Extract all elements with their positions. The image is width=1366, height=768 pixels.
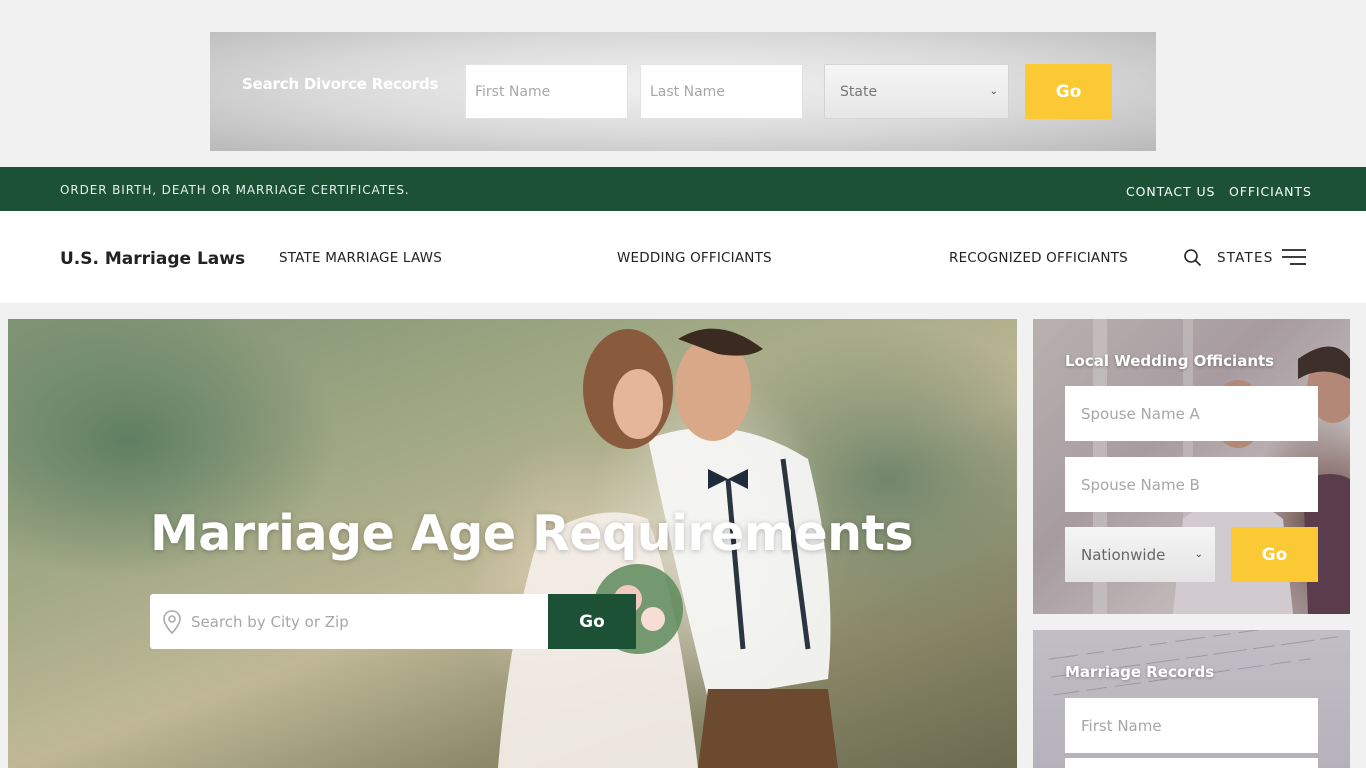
divorce-records-banner: Search Divorce Records State ⌄ Go	[210, 32, 1156, 151]
records-first-name-field[interactable]: First Name	[1065, 698, 1318, 753]
officiants-go-button[interactable]: Go	[1231, 527, 1318, 582]
hero-search-go-button[interactable]: Go	[548, 594, 636, 649]
scope-select[interactable]: Nationwide ⌄	[1065, 527, 1215, 582]
city-zip-search-field[interactable]: Search by City or Zip	[150, 594, 548, 649]
chevron-down-icon: ⌄	[989, 86, 998, 97]
divorce-search-go-button[interactable]: Go	[1025, 64, 1112, 119]
marriage-records-title: Marriage Records	[1065, 663, 1215, 681]
contact-us-link[interactable]: CONTACT US	[1126, 184, 1215, 199]
utility-bar: ORDER BIRTH, DEATH OR MARRIAGE CERTIFICA…	[0, 167, 1366, 211]
local-officiants-widget: Local Wedding Officiants Spouse Name A S…	[1033, 319, 1350, 614]
hero-section: Marriage Age Requirements Search by City…	[8, 319, 1017, 768]
first-name-input[interactable]	[475, 65, 627, 118]
banner-title: Search Divorce Records	[242, 75, 439, 93]
chevron-down-icon: ⌄	[1194, 549, 1203, 560]
certificates-promo-link[interactable]: ORDER BIRTH, DEATH OR MARRIAGE CERTIFICA…	[60, 183, 410, 197]
site-logo[interactable]: U.S. Marriage Laws	[60, 249, 245, 269]
marriage-records-widget: Marriage Records First Name	[1033, 630, 1350, 768]
spouse-name-b-field[interactable]: Spouse Name B	[1065, 457, 1318, 512]
local-officiants-title: Local Wedding Officiants	[1065, 352, 1275, 370]
nav-wedding-officiants[interactable]: WEDDING OFFICIANTS	[617, 250, 772, 266]
location-pin-icon	[163, 609, 181, 634]
hamburger-icon[interactable]	[1282, 248, 1306, 266]
main-nav: U.S. Marriage Laws STATE MARRIAGE LAWS W…	[0, 211, 1366, 303]
state-select[interactable]: State ⌄	[824, 64, 1009, 119]
nav-state-marriage-laws[interactable]: STATE MARRIAGE LAWS	[279, 250, 442, 266]
nav-recognized-officiants[interactable]: RECOGNIZED OFFICIANTS	[949, 250, 1128, 266]
last-name-input[interactable]	[650, 65, 802, 118]
city-zip-search-placeholder: Search by City or Zip	[191, 612, 349, 631]
scope-select-value: Nationwide	[1081, 545, 1166, 564]
search-icon[interactable]	[1183, 248, 1203, 268]
records-last-name-field[interactable]	[1065, 758, 1318, 768]
last-name-field[interactable]	[640, 64, 803, 119]
first-name-field[interactable]	[465, 64, 628, 119]
state-select-value: State	[840, 83, 878, 100]
spouse-name-a-field[interactable]: Spouse Name A	[1065, 386, 1318, 441]
officiants-link[interactable]: OFFICIANTS	[1229, 184, 1312, 199]
states-menu-label[interactable]: STATES	[1217, 250, 1274, 266]
hero-title: Marriage Age Requirements	[150, 505, 914, 562]
